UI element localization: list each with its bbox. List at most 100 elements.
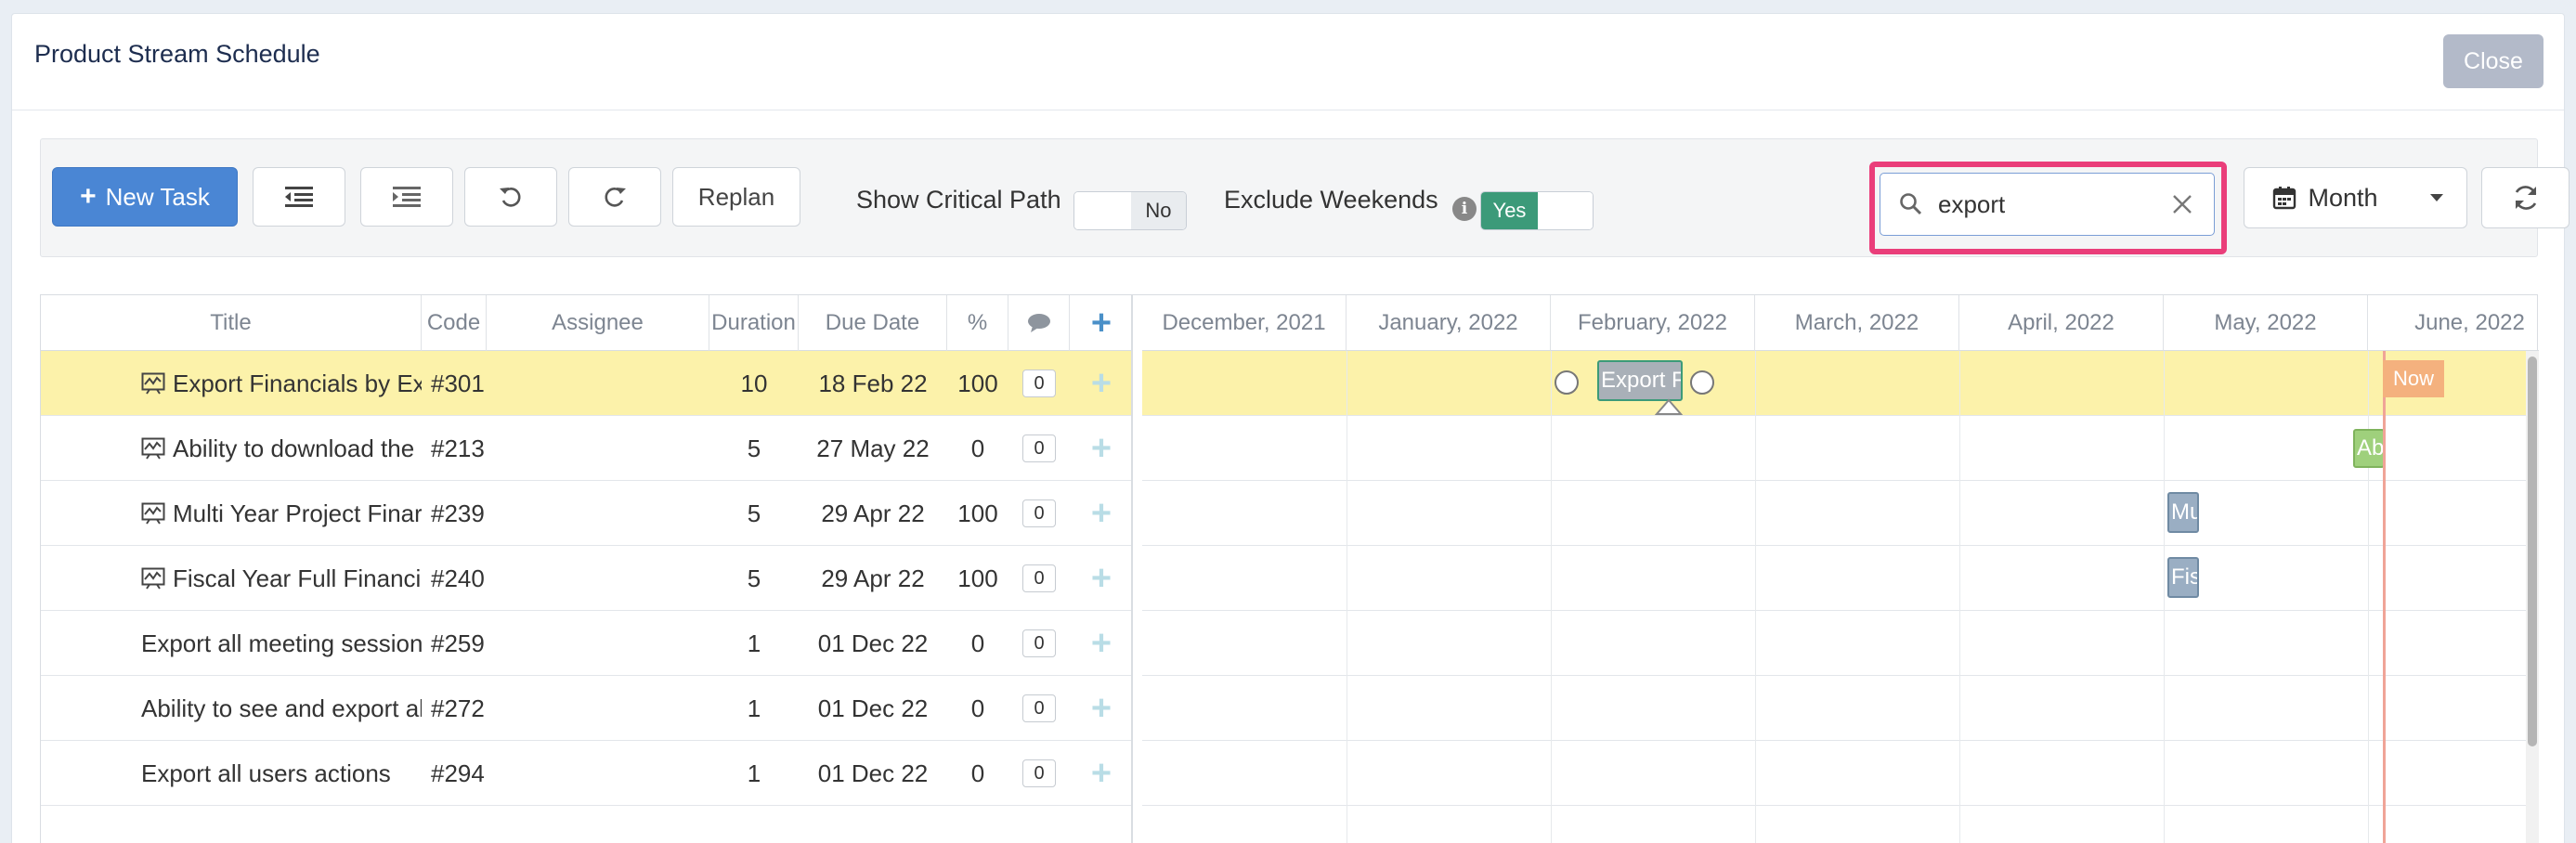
task-due-date[interactable]: 01 Dec 22 [799,741,947,806]
close-icon[interactable] [2171,193,2193,215]
add-subtask-button[interactable]: + [1070,481,1133,546]
table-row[interactable]: Multi Year Project Finar #239 5 29 Apr 22 10… [41,481,1131,546]
exclude-weekends-value: Yes [1481,192,1538,229]
replan-button[interactable]: Replan [672,167,800,227]
plus-icon: + [1090,363,1112,403]
task-title-cell[interactable]: Ability to download the [141,416,422,481]
comment-count-cell[interactable]: 0 [1008,481,1070,546]
task-percent[interactable]: 0 [947,416,1008,481]
task-bar[interactable]: Fis [2167,557,2199,598]
col-due-date[interactable]: Due Date [799,295,947,351]
task-due-date[interactable]: 27 May 22 [799,416,947,481]
timeline-row [1142,351,2539,416]
critical-path-toggle[interactable]: No [1073,191,1187,230]
task-duration[interactable]: 5 [709,546,799,611]
col-title[interactable]: Title [41,295,422,351]
col-assignee[interactable]: Assignee [487,295,709,351]
col-duration[interactable]: Duration [709,295,799,351]
task-due-date[interactable]: 01 Dec 22 [799,676,947,741]
col-percent[interactable]: % [947,295,1008,351]
task-duration[interactable]: 1 [709,611,799,676]
task-assignee[interactable] [487,546,709,611]
comment-count-cell[interactable]: 0 [1008,351,1070,416]
task-percent[interactable]: 100 [947,481,1008,546]
task-duration[interactable]: 10 [709,351,799,416]
add-subtask-button[interactable]: + [1070,741,1133,806]
link-handle[interactable] [1555,370,1579,395]
task-title-cell[interactable]: Ability to see and export al [141,676,422,741]
task-due-date[interactable]: 29 Apr 22 [799,546,947,611]
task-title-cell[interactable]: Multi Year Project Finar [141,481,422,546]
search-input[interactable] [1938,188,2161,220]
timeline-row [1142,481,2539,546]
info-icon[interactable]: i [1452,197,1477,221]
task-assignee[interactable] [487,676,709,741]
redo-button[interactable] [568,167,661,227]
add-subtask-button[interactable]: + [1070,611,1133,676]
calendar-icon [2273,187,2296,210]
task-duration[interactable]: 1 [709,741,799,806]
task-assignee[interactable] [487,741,709,806]
table-row[interactable]: Export all users actions #294 1 01 Dec 22 0 0… [41,741,1131,806]
add-subtask-button[interactable]: + [1070,546,1133,611]
task-assignee[interactable] [487,611,709,676]
comment-count-cell[interactable]: 0 [1008,611,1070,676]
comment-count-cell[interactable]: 0 [1008,546,1070,611]
task-bar[interactable]: Export F [1597,360,1683,401]
outdent-button[interactable] [253,167,345,227]
comment-count-cell[interactable]: 0 [1008,676,1070,741]
add-task-header-button[interactable]: + [1070,295,1133,351]
task-bar[interactable]: Mu [2167,492,2199,533]
task-bar[interactable]: Ab [2353,429,2385,468]
task-assignee[interactable] [487,481,709,546]
table-row[interactable]: Export all meeting session #259 1 01 Dec 22… [41,611,1131,676]
modal-header: Product Stream Schedule Close [12,14,2564,110]
month-divider [2368,351,2369,843]
task-title: Export all meeting session [141,629,422,657]
table-row[interactable]: Fiscal Year Full Financi #240 5 29 Apr 22 10… [41,546,1131,611]
refresh-button[interactable] [2481,167,2569,228]
view-mode-button[interactable]: Month [2244,167,2407,228]
table-row[interactable]: Ability to download the #213 5 27 May 22 0 0 + [41,416,1131,481]
table-row[interactable]: Ability to see and export al #272 1 01 Dec … [41,676,1131,741]
task-percent[interactable]: 0 [947,741,1008,806]
comment-count-cell[interactable]: 0 [1008,416,1070,481]
task-title-cell[interactable]: Export Financials by Ex [141,351,422,416]
progress-handle-icon[interactable] [1655,397,1683,416]
undo-button[interactable] [464,167,557,227]
task-title-cell[interactable]: Fiscal Year Full Financi [141,546,422,611]
task-due-date[interactable]: 18 Feb 22 [799,351,947,416]
task-percent[interactable]: 0 [947,611,1008,676]
task-due-date[interactable]: 01 Dec 22 [799,611,947,676]
link-handle[interactable] [1690,370,1714,395]
month-header: March, 2022 [1755,295,1959,351]
col-code[interactable]: Code [422,295,487,351]
task-code: #301 [431,369,485,397]
task-duration[interactable]: 5 [709,481,799,546]
new-task-button[interactable]: + New Task [52,167,238,227]
scrollbar-thumb[interactable] [2528,357,2537,746]
task-duration[interactable]: 1 [709,676,799,741]
exclude-weekends-toggle[interactable]: Yes [1480,191,1594,230]
task-percent[interactable]: 100 [947,546,1008,611]
table-row[interactable]: Export Financials by Ex #301 10 18 Feb 22 10… [41,351,1131,416]
task-duration[interactable]: 5 [709,416,799,481]
task-due-date[interactable]: 29 Apr 22 [799,481,947,546]
task-title-cell[interactable]: Export all users actions [141,741,422,806]
task-percent[interactable]: 0 [947,676,1008,741]
plus-icon: + [1090,688,1112,728]
add-subtask-button[interactable]: + [1070,351,1133,416]
indent-button[interactable] [360,167,453,227]
task-assignee[interactable] [487,351,709,416]
table-header: Title Code Assignee Duration Due Date % … [41,295,1131,351]
task-percent[interactable]: 100 [947,351,1008,416]
task-assignee[interactable] [487,416,709,481]
add-subtask-button[interactable]: + [1070,676,1133,741]
comment-count-cell[interactable]: 0 [1008,741,1070,806]
add-subtask-button[interactable]: + [1070,416,1133,481]
close-button[interactable]: Close [2443,34,2543,88]
view-mode-dropdown[interactable] [2406,167,2467,228]
task-title-cell[interactable]: Export all meeting session [141,611,422,676]
col-comments [1008,295,1070,351]
now-marker: Now [2383,360,2444,397]
